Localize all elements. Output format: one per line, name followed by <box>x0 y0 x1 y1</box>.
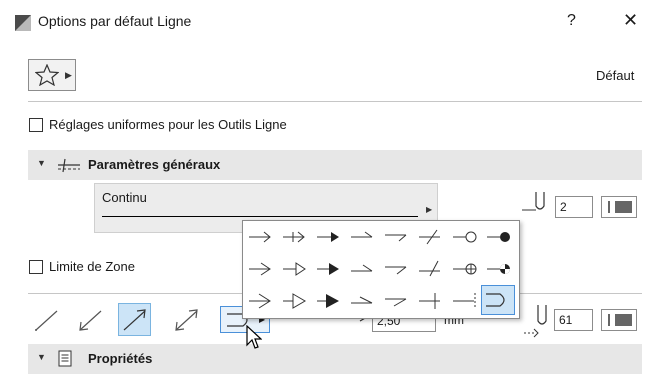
favorites-button[interactable]: ▶ <box>28 59 76 91</box>
arrow-option-filled[interactable] <box>311 222 345 252</box>
pen-bottom-input[interactable]: 61 <box>554 309 593 331</box>
pen-color-button-bottom[interactable] <box>601 309 637 331</box>
pen-top-input[interactable]: 2 <box>555 196 593 218</box>
line-type-preview <box>102 216 418 217</box>
help-button[interactable]: ? <box>567 12 576 30</box>
arrow-option-half-wide-upper[interactable] <box>345 254 379 284</box>
arrow-option-half-upper[interactable] <box>345 222 379 252</box>
general-settings-header[interactable]: ▼ Paramètres généraux <box>28 150 642 180</box>
arrow-type-popup <box>242 220 520 319</box>
arrow-option-filled-triangle[interactable] <box>311 254 345 284</box>
star-icon <box>35 64 59 86</box>
arrow-option-hollow-triangle[interactable] <box>277 254 311 284</box>
line-params-icon <box>58 158 80 173</box>
line-arrow-start-tool[interactable] <box>74 303 107 336</box>
pen-weight-icon <box>524 305 547 338</box>
uniform-settings-label: Réglages uniformes pour les Outils Ligne <box>49 117 287 132</box>
profile-label: Défaut <box>596 68 635 83</box>
chevron-right-icon: ▶ <box>426 205 433 214</box>
arrow-option-half-long-lower[interactable] <box>379 286 413 316</box>
divider <box>28 101 642 102</box>
collapse-caret-icon: ▼ <box>37 158 46 168</box>
chevron-right-icon: ▶ <box>65 70 72 80</box>
app-icon <box>15 15 31 31</box>
arrow-option-circle-cross[interactable] <box>447 254 481 284</box>
pen-color-button-top[interactable] <box>601 196 637 218</box>
arrow-option-open-wide[interactable] <box>243 254 277 284</box>
window-title: Options par défaut Ligne <box>38 13 192 29</box>
arrow-option-open-double[interactable] <box>243 286 277 316</box>
arrow-option-long-slash[interactable] <box>413 254 447 284</box>
arrow-option-tick-open[interactable] <box>277 222 311 252</box>
properties-header[interactable]: ▼ Propriétés <box>28 344 642 374</box>
arrow-option-circle-filled[interactable] <box>481 222 515 252</box>
line-arrow-both-tool[interactable] <box>170 303 203 336</box>
line-arrow-end-tool[interactable] <box>118 303 151 336</box>
line-type-name: Continu <box>102 190 147 205</box>
arrow-option-half-wide-lower[interactable] <box>379 254 413 284</box>
general-settings-title: Paramètres généraux <box>88 157 221 172</box>
document-icon <box>58 350 72 367</box>
arrow-option-slash[interactable] <box>413 222 447 252</box>
pen-weight-icon <box>522 192 545 211</box>
collapse-caret-icon: ▼ <box>37 352 46 362</box>
zone-boundary-checkbox[interactable] <box>29 260 43 274</box>
arrow-option-filled-large[interactable] <box>311 286 345 316</box>
uniform-settings-checkbox[interactable] <box>29 118 43 132</box>
arrow-option-dashed-tick[interactable] <box>447 286 481 316</box>
line-no-arrow-tool[interactable] <box>30 303 63 336</box>
arrow-option-circle-open[interactable] <box>447 222 481 252</box>
title-bar: Options par défaut Ligne ? ✕ <box>0 0 653 44</box>
arrow-option-curved-selected[interactable] <box>481 285 515 315</box>
arrow-option-circle-quarter[interactable] <box>481 254 515 284</box>
mouse-cursor-icon <box>246 325 262 349</box>
zone-boundary-label: Limite de Zone <box>49 259 135 274</box>
arrow-option-vertical-tick[interactable] <box>413 286 447 316</box>
arrow-option-half-lower[interactable] <box>379 222 413 252</box>
arrow-option-half-long-upper[interactable] <box>345 286 379 316</box>
arrow-option-hollow-large[interactable] <box>277 286 311 316</box>
arrow-option-open[interactable] <box>243 222 277 252</box>
properties-title: Propriétés <box>88 351 153 366</box>
close-button[interactable]: ✕ <box>623 10 638 31</box>
